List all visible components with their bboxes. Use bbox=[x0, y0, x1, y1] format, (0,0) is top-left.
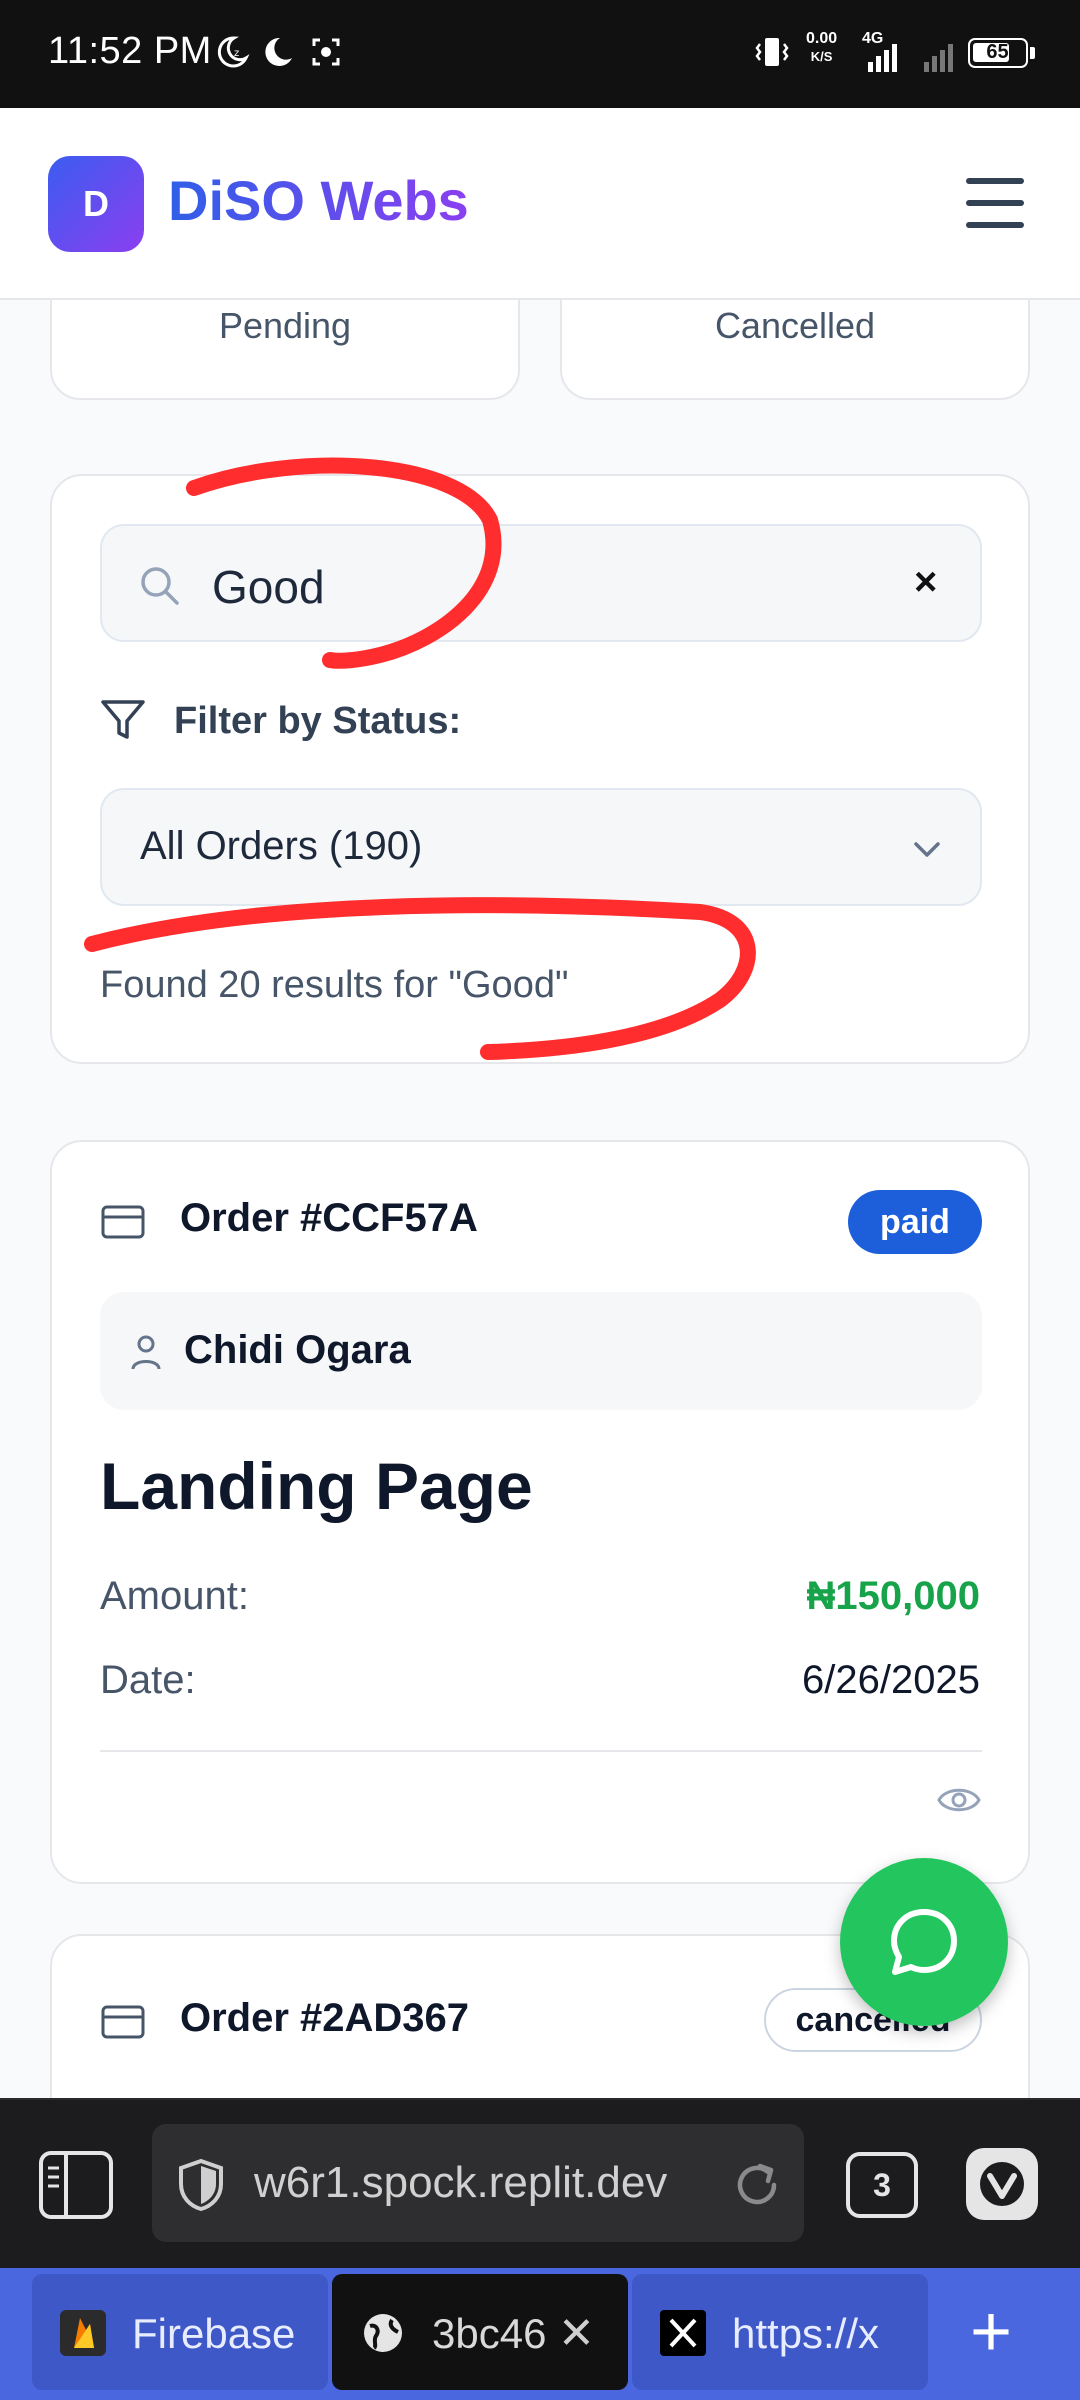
close-tab-icon[interactable]: ✕ bbox=[558, 2308, 595, 2359]
user-icon bbox=[131, 1335, 161, 1370]
search-value: Good bbox=[212, 561, 325, 613]
chevron-down-icon bbox=[914, 842, 940, 857]
url-text: w6r1.spock.replit.dev bbox=[254, 2158, 668, 2207]
brand-name[interactable]: DiSO Webs bbox=[168, 168, 469, 233]
order-card[interactable]: Order #CCF57A paid Chidi Ogara Landing P… bbox=[50, 1140, 1030, 1884]
eye-icon[interactable] bbox=[936, 1782, 982, 1818]
customer-name: Chidi Ogara bbox=[184, 1328, 411, 1372]
logo[interactable]: D bbox=[48, 156, 144, 252]
tab-label: 3bc46 bbox=[432, 2310, 547, 2357]
filter-label: Filter by Status: bbox=[174, 700, 462, 742]
status-time: 11:52 PM bbox=[48, 30, 212, 72]
screenshot-icon bbox=[312, 38, 340, 66]
amount-label: Amount: bbox=[100, 1574, 249, 1618]
tab-x[interactable]: https://x bbox=[632, 2274, 928, 2390]
amount-value: ₦150,000 bbox=[806, 1574, 980, 1618]
night-mode-icon bbox=[265, 37, 292, 66]
stat-label: Pending bbox=[218, 305, 352, 346]
firebase-favicon-icon bbox=[60, 2310, 106, 2356]
hamburger-menu-button[interactable] bbox=[966, 178, 1024, 228]
divider bbox=[100, 1750, 982, 1752]
filter-icon bbox=[101, 700, 145, 739]
credit-card-icon bbox=[101, 2005, 145, 2039]
tab-label: Firebase bbox=[132, 2310, 296, 2357]
shield-icon[interactable] bbox=[176, 2158, 226, 2212]
address-bar[interactable]: w6r1.spock.replit.dev bbox=[152, 2124, 804, 2242]
clear-search-icon[interactable]: × bbox=[914, 560, 937, 605]
network-speed: 0.00 K/S bbox=[806, 30, 838, 64]
search-icon bbox=[141, 567, 179, 605]
do-not-disturb-icon: z bbox=[217, 36, 250, 68]
signal-icon bbox=[868, 44, 897, 72]
order-title: Order #CCF57A bbox=[180, 1196, 478, 1240]
results-count: Found 20 results for "Good" bbox=[100, 964, 569, 1006]
date-label: Date: bbox=[100, 1658, 196, 1702]
credit-card-icon bbox=[101, 1205, 145, 1239]
chat-icon bbox=[891, 1909, 957, 1975]
vivaldi-logo-icon bbox=[980, 2162, 1024, 2206]
globe-icon bbox=[364, 2314, 402, 2352]
signal-weak-icon bbox=[924, 44, 953, 72]
chat-fab-button[interactable] bbox=[840, 1858, 1008, 2026]
browser-toolbar: w6r1.spock.replit.dev 3 bbox=[0, 2098, 1080, 2268]
date-value: 6/26/2025 bbox=[802, 1658, 980, 1702]
tab-firebase[interactable]: Firebase bbox=[32, 2274, 328, 2390]
status-bar: 11:52 PM z 0.00 K/S 4G 65 bbox=[0, 0, 1080, 108]
search-filter-card: Good × Filter by Status: All Orders (190… bbox=[50, 474, 1030, 1064]
status-filter-value: All Orders (190) bbox=[140, 824, 423, 868]
vivaldi-menu-button[interactable] bbox=[966, 2148, 1038, 2220]
battery-icon: 65 bbox=[968, 38, 1028, 68]
tab-strip: Firebase 3bc46 ✕ https://x + bbox=[0, 2268, 1080, 2400]
search-input[interactable]: Good × bbox=[100, 524, 982, 642]
battery-tip bbox=[1030, 47, 1035, 59]
status-badge: paid bbox=[848, 1190, 982, 1254]
new-tab-button[interactable]: + bbox=[970, 2296, 1012, 2368]
reload-icon[interactable] bbox=[730, 2158, 784, 2212]
tab-active[interactable]: 3bc46 ✕ bbox=[332, 2274, 628, 2390]
customer-box: Chidi Ogara bbox=[100, 1292, 982, 1410]
service-title: Landing Page bbox=[100, 1449, 533, 1523]
panel-toggle-icon[interactable] bbox=[38, 2150, 114, 2220]
vibrate-icon bbox=[755, 38, 789, 66]
x-logo-icon bbox=[660, 2310, 706, 2356]
tab-label: https://x bbox=[732, 2310, 880, 2357]
tab-switcher-button[interactable]: 3 bbox=[846, 2152, 918, 2218]
svg-text:z: z bbox=[234, 48, 239, 59]
order-title: Order #2AD367 bbox=[180, 1996, 470, 2040]
app-header: D DiSO Webs bbox=[0, 108, 1080, 300]
stat-label: Cancelled bbox=[714, 305, 876, 346]
status-filter-select[interactable]: All Orders (190) bbox=[100, 788, 982, 906]
